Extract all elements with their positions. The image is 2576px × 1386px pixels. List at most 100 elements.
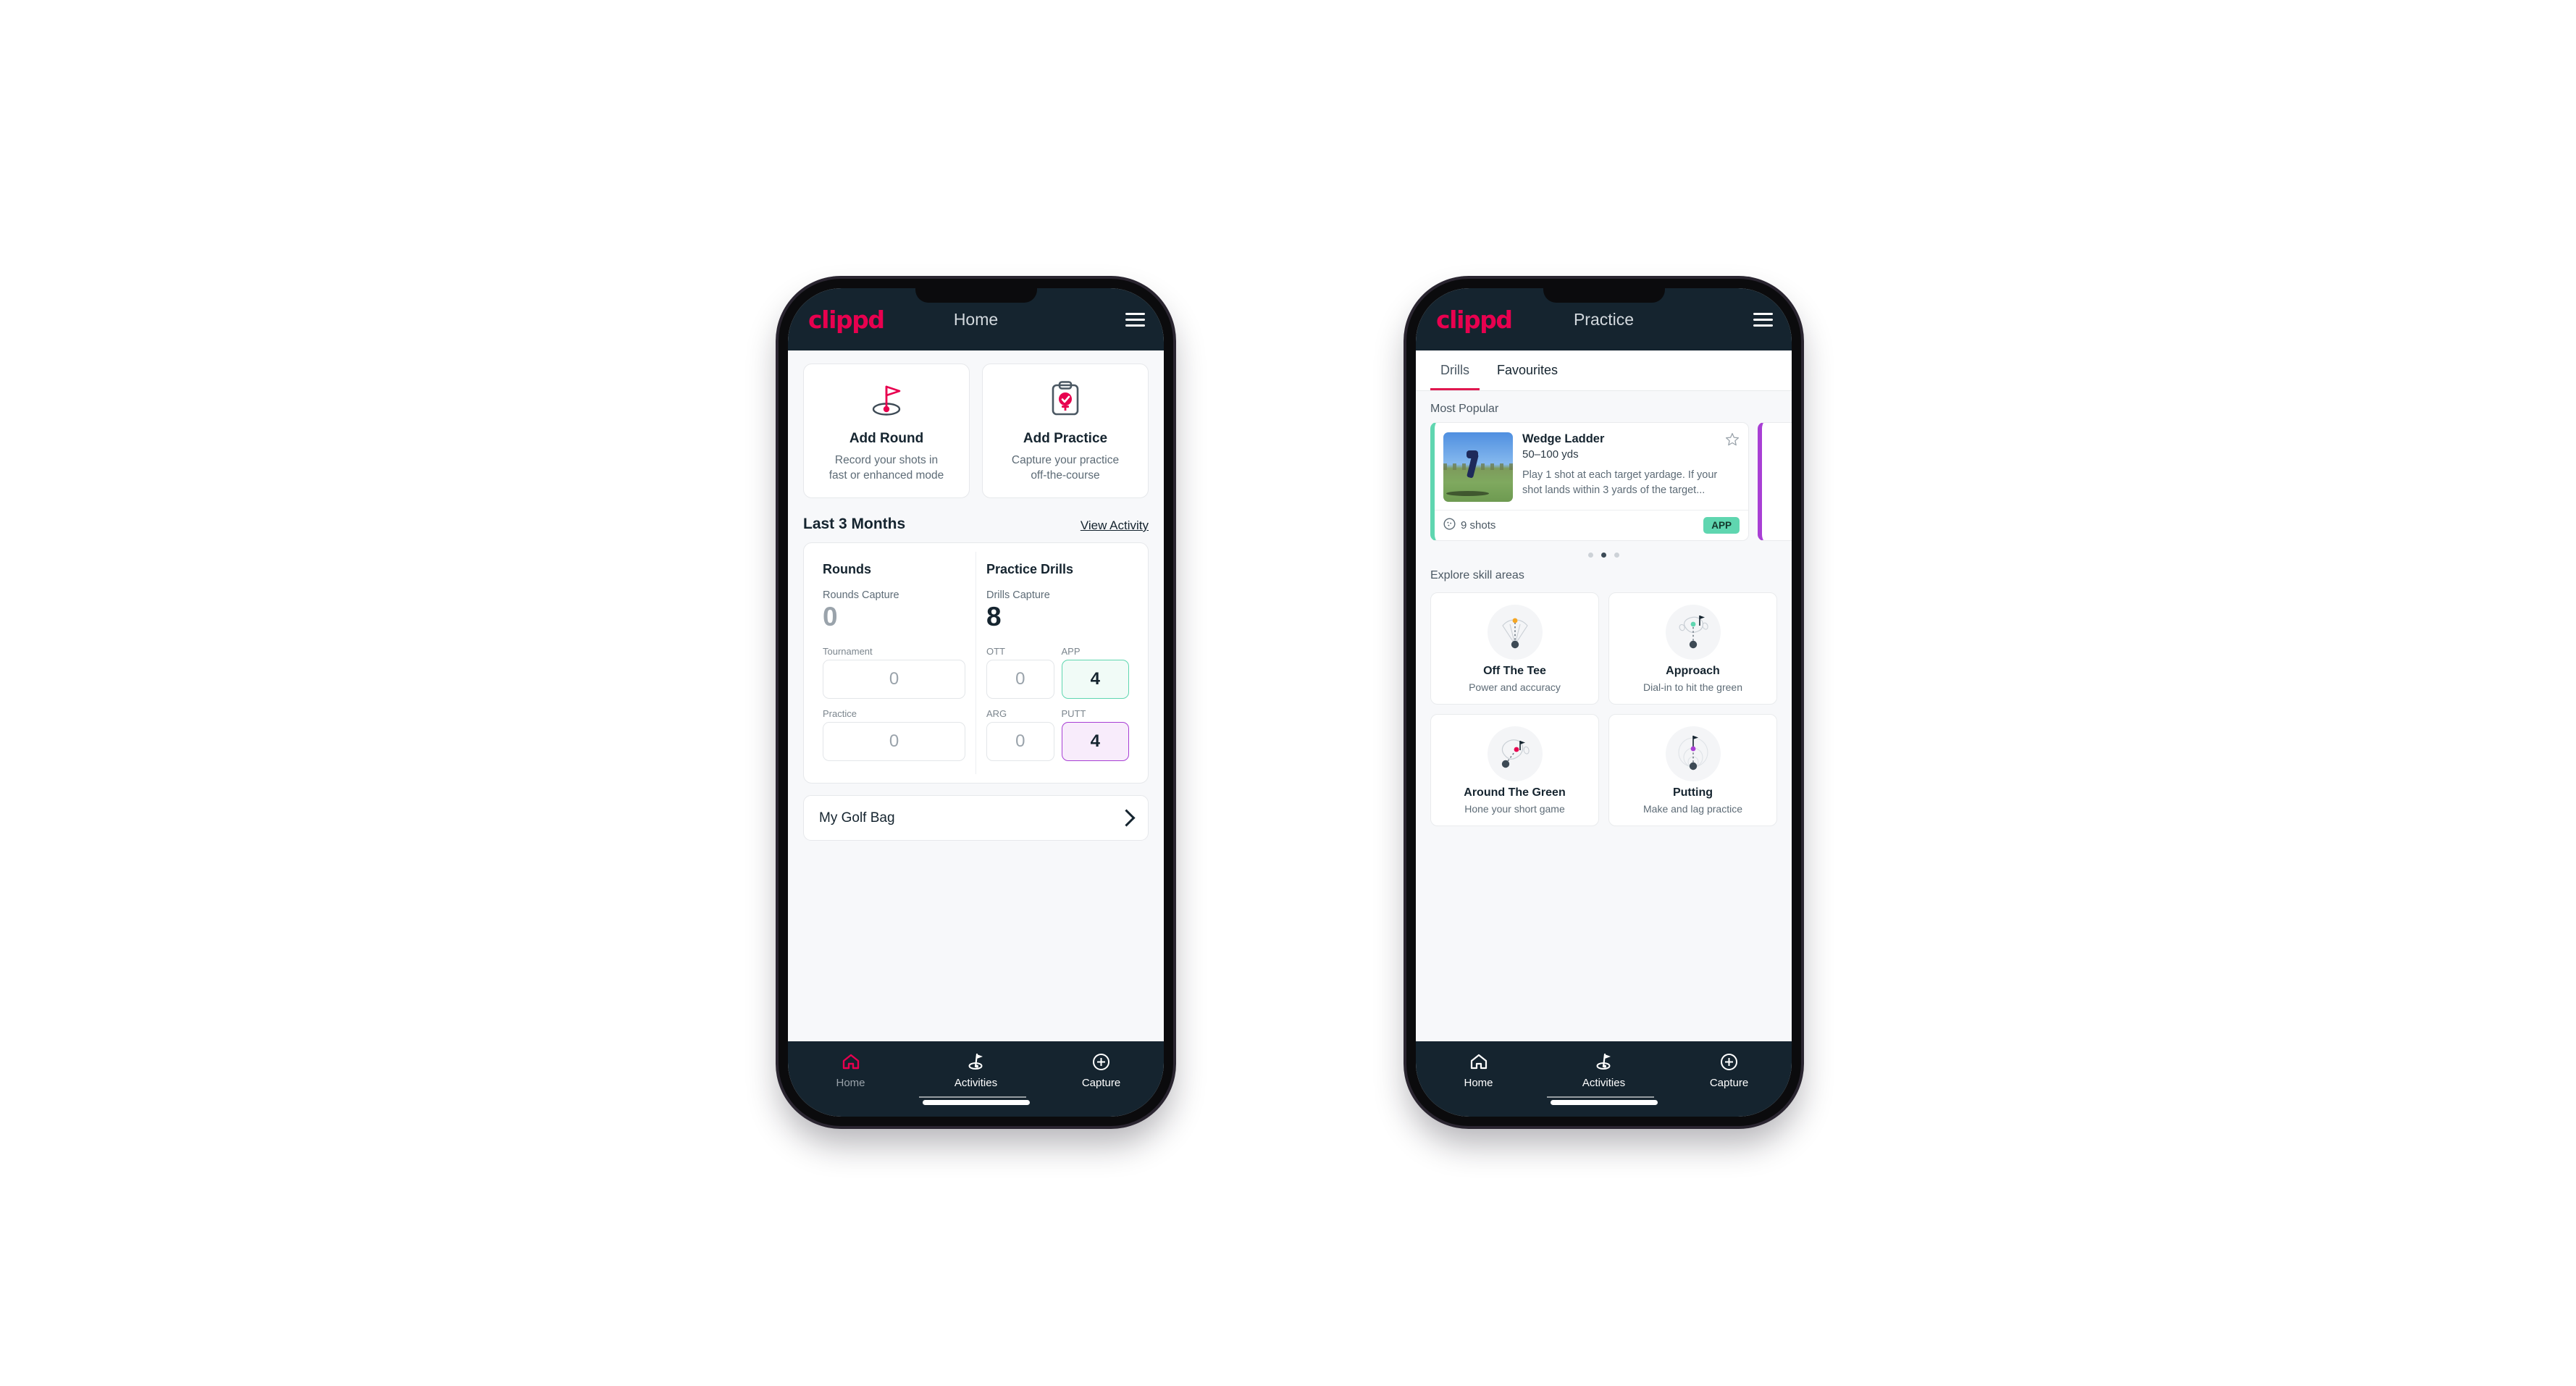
nav-activities[interactable]: Activities: [1541, 1051, 1666, 1089]
tab-favourites[interactable]: Favourites: [1487, 350, 1568, 390]
golf-flag-icon: [1595, 1051, 1614, 1072]
add-practice-card[interactable]: Add Practice Capture your practice off-t…: [982, 364, 1149, 498]
tournament-field: Tournament 0: [823, 646, 965, 700]
drill-card-next-peek[interactable]: [1758, 422, 1792, 541]
nav-activities[interactable]: Activities: [913, 1051, 1039, 1089]
view-activity-link[interactable]: View Activity: [1081, 518, 1149, 533]
drill-carousel[interactable]: Wedge Ladder 50–100 yds Play 1 shot at e…: [1416, 422, 1792, 541]
carousel-dots: [1416, 541, 1792, 558]
home-icon: [1469, 1051, 1488, 1072]
drill-yardage: 50–100 yds: [1522, 448, 1579, 461]
skill-card-around-the-green[interactable]: Around The Green Hone your short game: [1430, 714, 1599, 826]
green-approach-icon: [1665, 605, 1721, 660]
skill-title: Around The Green: [1464, 786, 1566, 799]
drills-title: Practice Drills: [986, 561, 1074, 576]
skill-sub: Make and lag practice: [1643, 803, 1742, 815]
practice-screen: clippd Practice Drills Favourites Most P…: [1416, 288, 1792, 1117]
arg-field: ARG 0: [986, 708, 1054, 762]
drills-capture-value: 8: [986, 601, 1002, 631]
star-outline-icon[interactable]: [1725, 432, 1740, 447]
app-value[interactable]: 4: [1061, 660, 1129, 700]
carousel-dot-3[interactable]: [1614, 553, 1619, 558]
rounds-fields: Tournament 0 Practice 0: [823, 646, 965, 762]
hamburger-icon[interactable]: [1125, 312, 1145, 327]
skill-sub: Hone your short game: [1464, 803, 1565, 815]
home-screen: clippd Home Add Round Record your shots …: [788, 288, 1164, 1117]
thumb-treeline: [1443, 463, 1513, 471]
chevron-right-icon: [1117, 809, 1136, 827]
nav-home[interactable]: Home: [788, 1051, 913, 1089]
home-scroll-body: Add Round Record your shots in fast or e…: [788, 350, 1164, 1041]
plus-circle-icon: [1720, 1051, 1738, 1072]
last-3-months-header: Last 3 Months View Activity: [788, 498, 1164, 542]
add-round-title: Add Round: [849, 431, 924, 446]
hamburger-icon[interactable]: [1753, 312, 1773, 327]
skill-card-putting[interactable]: Putting Make and lag practice: [1608, 714, 1777, 826]
add-round-desc-1: Record your shots in: [834, 454, 939, 466]
putt-field: PUTT 4: [1061, 708, 1129, 762]
tee-fan-icon: [1487, 605, 1543, 660]
skill-card-off-the-tee[interactable]: Off The Tee Power and accuracy: [1430, 592, 1599, 705]
skill-card-approach[interactable]: Approach Dial-in to hit the green: [1608, 592, 1777, 705]
add-round-desc-2: fast or enhanced mode: [828, 469, 944, 482]
golf-ball-icon: [1443, 518, 1456, 533]
carousel-dot-2[interactable]: [1601, 553, 1606, 558]
nav-capture-label: Capture: [1709, 1077, 1749, 1089]
drill-card[interactable]: Wedge Ladder 50–100 yds Play 1 shot at e…: [1430, 422, 1749, 541]
carousel-dot-1[interactable]: [1588, 553, 1593, 558]
skill-sub: Power and accuracy: [1469, 681, 1561, 693]
rounds-capture-value: 0: [823, 601, 838, 631]
drill-header: Wedge Ladder 50–100 yds: [1522, 432, 1740, 461]
ott-value[interactable]: 0: [986, 660, 1054, 700]
drill-thumbnail: [1443, 432, 1513, 502]
add-practice-title: Add Practice: [1023, 431, 1108, 446]
tab-drills-label: Drills: [1440, 363, 1469, 377]
skill-title: Approach: [1666, 665, 1720, 677]
practice-field: Practice 0: [823, 708, 965, 762]
nav-capture[interactable]: Capture: [1666, 1051, 1792, 1089]
nav-capture[interactable]: Capture: [1039, 1051, 1164, 1089]
tournament-value[interactable]: 0: [823, 660, 965, 700]
drill-description: Play 1 shot at each target yardage. If y…: [1522, 469, 1718, 497]
drill-shots: 9 shots: [1443, 518, 1495, 533]
drill-info: Wedge Ladder 50–100 yds Play 1 shot at e…: [1522, 432, 1740, 502]
clippd-logo: clippd: [1436, 305, 1513, 334]
phone-home: clippd Home Add Round Record your shots …: [779, 279, 1173, 1126]
ott-field: OTT 0: [986, 646, 1054, 700]
home-indicator: [1550, 1100, 1658, 1105]
screenshot-canvas: clippd Home Add Round Record your shots …: [0, 0, 2576, 1386]
add-round-card[interactable]: Add Round Record your shots in fast or e…: [803, 364, 970, 498]
practice-bottom-nav: Home Activities Capture: [1416, 1041, 1792, 1117]
putt-value[interactable]: 4: [1061, 722, 1129, 762]
add-practice-desc-2: off-the-course: [1031, 469, 1100, 482]
nav-activities-label: Activities: [954, 1077, 998, 1089]
skill-title: Putting: [1672, 786, 1713, 799]
explore-skill-areas-label: Explore skill areas: [1430, 569, 1524, 581]
chip-green-icon: [1487, 726, 1543, 781]
golf-flag-icon: [967, 1051, 986, 1072]
nav-home[interactable]: Home: [1416, 1051, 1541, 1089]
drill-card-top: Wedge Ladder 50–100 yds Play 1 shot at e…: [1435, 423, 1748, 510]
nav-home-label: Home: [836, 1077, 865, 1089]
home-indicator: [922, 1100, 1030, 1105]
tab-drills[interactable]: Drills: [1430, 350, 1480, 390]
arg-label: ARG: [986, 708, 1007, 720]
arg-value[interactable]: 0: [986, 722, 1054, 762]
nav-home-label: Home: [1464, 1077, 1493, 1089]
add-practice-desc-1: Capture your practice: [1011, 454, 1120, 466]
clippd-logo: clippd: [808, 305, 885, 334]
ott-label: OTT: [986, 646, 1005, 658]
drills-fields-row-1: OTT 0 APP 4: [986, 646, 1129, 700]
drill-name: Wedge Ladder: [1522, 432, 1605, 445]
my-golf-bag-row[interactable]: My Golf Bag: [803, 795, 1149, 841]
practice-scroll-body: Most Popular Wedge Ladder 50–100 yds Pla…: [1416, 391, 1792, 1041]
practice-drills-column: Practice Drills Drills Capture 8 OTT 0 A…: [976, 552, 1139, 775]
device-notch: [915, 288, 1037, 303]
practice-value[interactable]: 0: [823, 722, 965, 762]
rounds-column: Rounds Rounds Capture 0 Tournament 0 Pra…: [813, 551, 976, 775]
app-label: APP: [1061, 646, 1081, 658]
home-icon: [842, 1051, 860, 1072]
rounds-title: Rounds: [823, 561, 871, 576]
drill-card-footer: 9 shots APP: [1435, 510, 1748, 540]
app-field: APP 4: [1061, 646, 1129, 700]
